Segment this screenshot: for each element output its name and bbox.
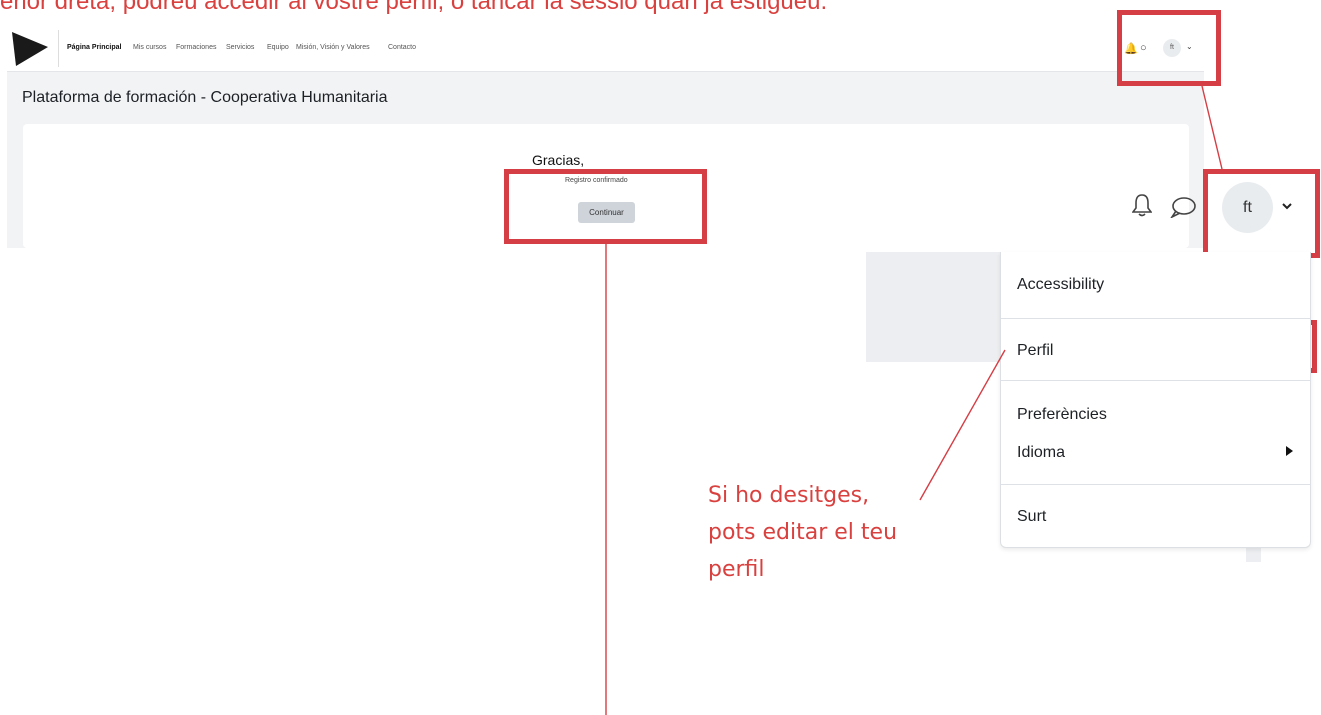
annotation-lines xyxy=(605,85,1223,715)
